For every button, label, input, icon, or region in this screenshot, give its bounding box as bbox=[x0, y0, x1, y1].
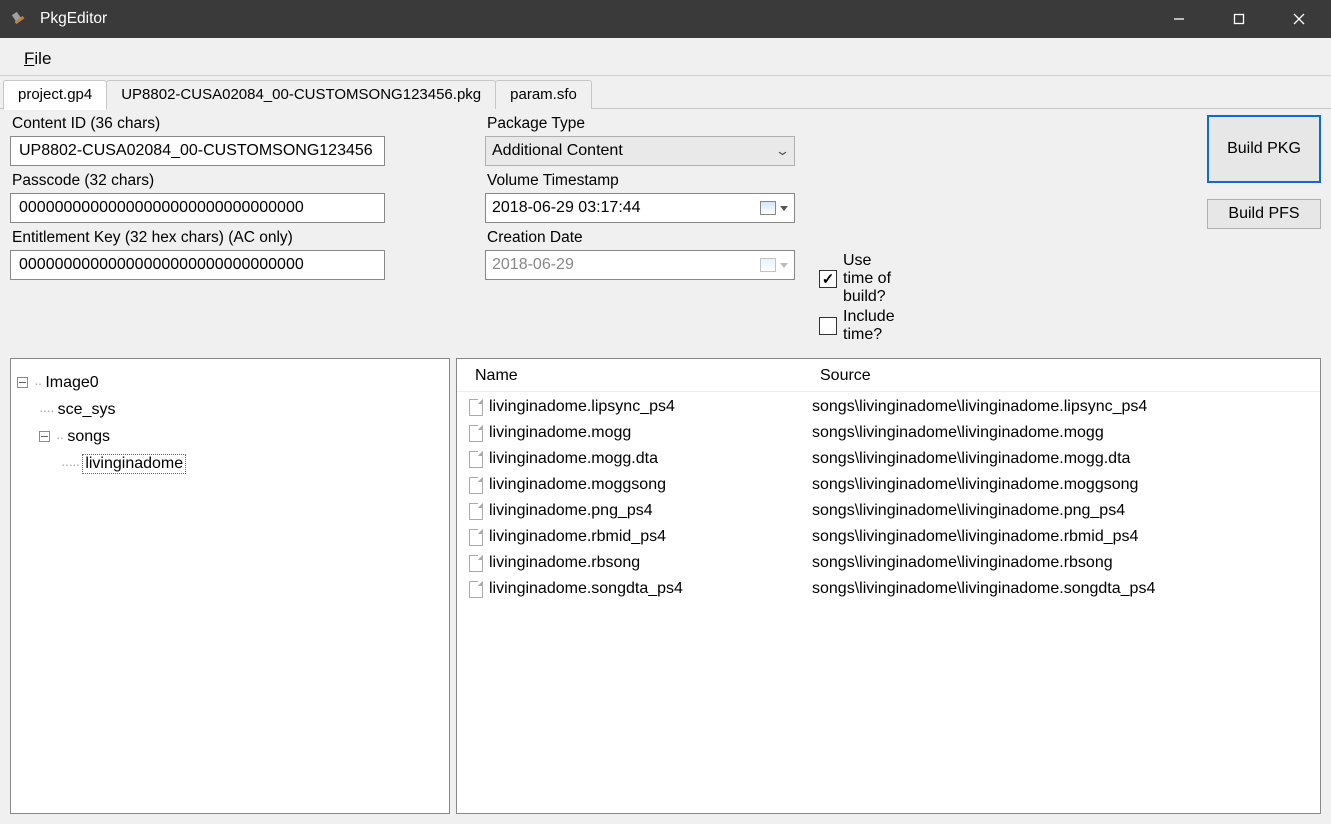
tree-connector-icon: ···· bbox=[39, 402, 54, 418]
file-source: songs\livinginadome\livinginadome.lipsyn… bbox=[812, 398, 1310, 416]
dropdown-arrow-icon bbox=[780, 206, 788, 211]
creation-date-input: 2018-06-29 bbox=[485, 250, 795, 280]
file-list-row[interactable]: livinginadome.moggsong songs\livinginadom… bbox=[467, 472, 1310, 498]
file-icon bbox=[469, 399, 483, 416]
content-id-input[interactable] bbox=[10, 136, 385, 166]
tree-connector-icon: ·· bbox=[34, 375, 41, 391]
package-type-select[interactable]: Additional Content ⌄ bbox=[485, 136, 795, 166]
volume-timestamp-input[interactable]: 2018-06-29 03:17:44 bbox=[485, 193, 795, 223]
file-list-row[interactable]: livinginadome.rbmid_ps4 songs\livinginado… bbox=[467, 524, 1310, 550]
menubar: File bbox=[0, 38, 1331, 76]
file-name: livinginadome.lipsync_ps4 bbox=[489, 398, 675, 416]
file-source: songs\livinginadome\livinginadome.songdt… bbox=[812, 580, 1310, 598]
tab-bar: project.gp4 UP8802-CUSA02084_00-CUSTOMSO… bbox=[0, 76, 1331, 108]
minimize-button[interactable] bbox=[1149, 0, 1209, 38]
menu-file[interactable]: File bbox=[16, 43, 59, 75]
file-list-header: Name Source bbox=[457, 359, 1320, 392]
lower-split: ·· Image0 ···· sce_sys ·· son bbox=[0, 354, 1331, 824]
use-time-of-build-label: Use time of build? bbox=[843, 252, 895, 306]
file-name: livinginadome.mogg.dta bbox=[489, 450, 658, 468]
form-area: Content ID (36 chars) Passcode (32 chars… bbox=[0, 108, 1331, 354]
file-source: songs\livinginadome\livinginadome.rbsong bbox=[812, 554, 1310, 572]
file-icon bbox=[469, 581, 483, 598]
package-type-label: Package Type bbox=[487, 115, 825, 133]
file-icon bbox=[469, 477, 483, 494]
file-list-row[interactable]: livinginadome.lipsync_ps4 songs\livingina… bbox=[467, 394, 1310, 420]
file-icon bbox=[469, 425, 483, 442]
content-id-value[interactable] bbox=[17, 141, 378, 161]
calendar-icon bbox=[760, 258, 776, 272]
file-source: songs\livinginadome\livinginadome.moggso… bbox=[812, 476, 1310, 494]
include-time-row[interactable]: Include time? bbox=[819, 308, 895, 344]
tree-node-sce-sys[interactable]: sce_sys bbox=[58, 401, 116, 419]
tree-connector-icon: ····· bbox=[61, 456, 79, 472]
file-list-pane[interactable]: Name Source livinginadome.lipsync_ps4son… bbox=[456, 358, 1321, 814]
use-time-of-build-row[interactable]: Use time of build? bbox=[819, 252, 895, 306]
file-name: livinginadome.songdta_ps4 bbox=[489, 580, 683, 598]
tree-pane[interactable]: ·· Image0 ···· sce_sys ·· son bbox=[10, 358, 450, 814]
tab-pkg[interactable]: UP8802-CUSA02084_00-CUSTOMSONG123456.pkg bbox=[106, 80, 496, 109]
file-icon bbox=[469, 503, 483, 520]
close-button[interactable] bbox=[1269, 0, 1329, 38]
file-source: songs\livinginadome\livinginadome.rbmid_… bbox=[812, 528, 1310, 546]
passcode-value[interactable] bbox=[17, 198, 378, 218]
titlebar: PkgEditor bbox=[0, 0, 1331, 38]
tab-project-gp4[interactable]: project.gp4 bbox=[3, 80, 107, 110]
maximize-button[interactable] bbox=[1209, 0, 1269, 38]
tree-node-songs[interactable]: songs bbox=[67, 428, 110, 446]
package-type-value: Additional Content bbox=[492, 142, 623, 160]
file-list-row[interactable]: livinginadome.mogg songs\livinginadome\li… bbox=[467, 420, 1310, 446]
window-controls bbox=[1149, 0, 1329, 38]
file-name: livinginadome.rbsong bbox=[489, 554, 640, 572]
dropdown-arrow-icon bbox=[780, 263, 788, 268]
file-name: livinginadome.png_ps4 bbox=[489, 502, 653, 520]
file-list-row[interactable]: livinginadome.rbsong songs\livinginadome\… bbox=[467, 550, 1310, 576]
content-id-label: Content ID (36 chars) bbox=[12, 115, 465, 133]
passcode-input[interactable] bbox=[10, 193, 385, 223]
tree-node-livinginadome[interactable]: livinginadome bbox=[83, 455, 185, 473]
file-list-row[interactable]: livinginadome.mogg.dta songs\livinginadom… bbox=[467, 446, 1310, 472]
creation-date-value: 2018-06-29 bbox=[492, 256, 574, 274]
tab-param-sfo[interactable]: param.sfo bbox=[495, 80, 592, 109]
tree-node-image0[interactable]: Image0 bbox=[45, 374, 98, 392]
entitlement-key-value[interactable] bbox=[17, 255, 378, 275]
file-list-row[interactable]: livinginadome.songdta_ps4 songs\livingina… bbox=[467, 576, 1310, 602]
use-time-of-build-checkbox[interactable] bbox=[819, 270, 837, 288]
entitlement-key-input[interactable] bbox=[10, 250, 385, 280]
tree-toggle-icon[interactable] bbox=[17, 377, 28, 388]
file-name: livinginadome.moggsong bbox=[489, 476, 666, 494]
file-source: songs\livinginadome\livinginadome.mogg bbox=[812, 424, 1310, 442]
volume-timestamp-value: 2018-06-29 03:17:44 bbox=[492, 199, 641, 217]
app-icon bbox=[10, 9, 30, 29]
file-list-row[interactable]: livinginadome.png_ps4 songs\livinginadome… bbox=[467, 498, 1310, 524]
entitlement-key-label: Entitlement Key (32 hex chars) (AC only) bbox=[12, 229, 465, 247]
file-name: livinginadome.mogg bbox=[489, 424, 631, 442]
tree-toggle-icon[interactable] bbox=[39, 431, 50, 442]
tree-connector-icon: ·· bbox=[56, 429, 63, 445]
build-pfs-button[interactable]: Build PFS bbox=[1207, 199, 1321, 229]
app-title: PkgEditor bbox=[40, 10, 107, 28]
build-pkg-button[interactable]: Build PKG bbox=[1207, 115, 1321, 183]
column-header-name[interactable]: Name bbox=[475, 367, 820, 385]
calendar-icon bbox=[760, 201, 776, 215]
file-source: songs\livinginadome\livinginadome.mogg.d… bbox=[812, 450, 1310, 468]
file-icon bbox=[469, 529, 483, 546]
volume-timestamp-label: Volume Timestamp bbox=[487, 172, 825, 190]
file-name: livinginadome.rbmid_ps4 bbox=[489, 528, 666, 546]
column-header-source[interactable]: Source bbox=[820, 367, 1310, 385]
file-icon bbox=[469, 451, 483, 468]
file-source: songs\livinginadome\livinginadome.png_ps… bbox=[812, 502, 1310, 520]
creation-date-label: Creation Date bbox=[487, 229, 825, 247]
file-icon bbox=[469, 555, 483, 572]
include-time-checkbox[interactable] bbox=[819, 317, 837, 335]
chevron-down-icon: ⌄ bbox=[775, 143, 790, 159]
passcode-label: Passcode (32 chars) bbox=[12, 172, 465, 190]
include-time-label: Include time? bbox=[843, 308, 895, 344]
